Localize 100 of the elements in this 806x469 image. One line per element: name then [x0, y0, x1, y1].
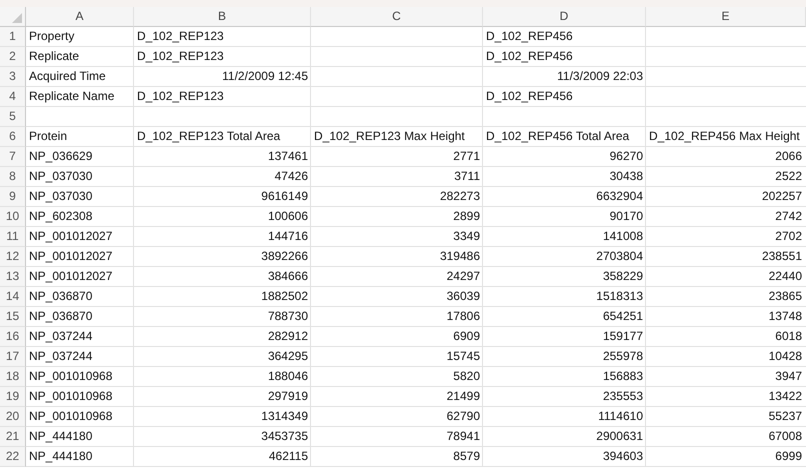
table-cell-text: D_102_REP123 [136, 28, 225, 45]
table-cell-text: 137461 [266, 148, 309, 165]
table-cell-text: 235553 [602, 388, 644, 405]
table-cell-text: 319486 [438, 248, 481, 265]
table-cell-text: Replicate [28, 48, 80, 65]
table-cell-text: 282912 [266, 328, 309, 345]
table-cell-text: 11/3/2009 22:03 [556, 68, 644, 85]
table-cell-text: NP_036870 [28, 288, 94, 305]
table-cell-text: 654251 [602, 308, 644, 325]
table-cell-text: 9616149 [260, 188, 309, 205]
table-cell-text: 2742 [774, 208, 803, 225]
table-cell-text: 141008 [602, 228, 644, 245]
row-header[interactable]: 13 [0, 267, 26, 287]
table-cell-text: 6018 [774, 328, 803, 345]
table-cell-text: 55237 [768, 408, 803, 425]
table-cell-text: 156883 [602, 368, 644, 385]
row-header[interactable]: 5 [0, 107, 26, 127]
row-header[interactable]: 20 [0, 407, 26, 427]
row-header[interactable]: 16 [0, 327, 26, 347]
select-all-icon[interactable] [12, 13, 22, 23]
table-cell-text: NP_444180 [28, 428, 94, 445]
table-cell-text: D_102_REP456 Total Area [485, 128, 630, 145]
column-header[interactable]: C [311, 7, 483, 27]
table-cell-text: NP_602308 [28, 208, 94, 225]
table-cell-text: 202257 [760, 188, 803, 205]
row-header[interactable]: 12 [0, 247, 26, 267]
table-cell-text: Protein [28, 128, 68, 145]
table-cell-text: NP_036629 [28, 148, 94, 165]
row-header[interactable]: 7 [0, 147, 26, 167]
table-cell-text: 6632904 [595, 188, 644, 205]
row-header[interactable]: 1 [0, 27, 26, 47]
table-cell-text: NP_037244 [28, 348, 94, 365]
row-header[interactable]: 11 [0, 227, 26, 247]
column-header[interactable]: E [646, 7, 806, 27]
table-cell-text: 21499 [446, 388, 481, 405]
table-cell-text: 8579 [452, 448, 481, 465]
table-cell-text: 6999 [774, 448, 803, 465]
table-cell-text: NP_001010968 [28, 388, 114, 405]
table-cell-text: 1882502 [260, 288, 309, 305]
table-cell-text: D_102_REP456 [485, 28, 574, 45]
row-header[interactable]: 3 [0, 67, 26, 87]
table-cell-text: NP_001012027 [28, 248, 114, 265]
column-header[interactable]: B [134, 7, 311, 27]
row-header[interactable]: 19 [0, 387, 26, 407]
table-cell-text: 1518313 [595, 288, 644, 305]
row-header[interactable]: 18 [0, 367, 26, 387]
table-cell-text: 96270 [608, 148, 644, 165]
table-cell-text: NP_037030 [28, 168, 94, 185]
table-cell-text: 144716 [266, 228, 309, 245]
table-cell-text: 24297 [446, 268, 481, 285]
row-header[interactable]: 22 [0, 447, 26, 467]
table-cell-text: 17806 [446, 308, 481, 325]
row-header[interactable]: 9 [0, 187, 26, 207]
table-cell-text: 2522 [774, 168, 803, 185]
table-cell-text: D_102_REP456 Max Height [648, 128, 801, 145]
row-header[interactable]: 15 [0, 307, 26, 327]
row-header[interactable]: 4 [0, 87, 26, 107]
table-cell-text: 3892266 [260, 248, 309, 265]
table-cell-text: 3453735 [260, 428, 309, 445]
table-cell-text: 62790 [446, 408, 481, 425]
table-cell-text: NP_037030 [28, 188, 94, 205]
table-cell-text: NP_037244 [28, 328, 94, 345]
table-cell-text: 358229 [602, 268, 644, 285]
table-cell-text: 384666 [266, 268, 309, 285]
table-cell-text: 364295 [266, 348, 309, 365]
table-cell-text: D_102_REP456 [485, 88, 574, 105]
row-header[interactable]: 21 [0, 427, 26, 447]
row-header[interactable]: 8 [0, 167, 26, 187]
row-header[interactable]: 14 [0, 287, 26, 307]
table-cell-text: 2771 [452, 148, 481, 165]
table-cell-text: 3349 [452, 228, 481, 245]
table-cell-text: 36039 [446, 288, 481, 305]
table-cell-text: D_102_REP123 [136, 48, 225, 65]
table-cell-text: 159177 [602, 328, 644, 345]
table-cell-text: 394603 [602, 448, 644, 465]
table-cell-text: 11/2/2009 12:45 [221, 68, 309, 85]
row-header[interactable]: 17 [0, 347, 26, 367]
table-cell-text: 5820 [452, 368, 481, 385]
row-header[interactable]: 6 [0, 127, 26, 147]
table-cell-text: 2899 [452, 208, 481, 225]
corner-header[interactable] [0, 7, 26, 27]
table-cell-text: 1314349 [260, 408, 309, 425]
row-header[interactable]: 2 [0, 47, 26, 67]
table-cell-text: 13748 [768, 308, 803, 325]
row-header[interactable]: 10 [0, 207, 26, 227]
table-cell-text: 3947 [774, 368, 803, 385]
table-cell-text: 6909 [452, 328, 481, 345]
table-cell-text: D_102_REP123 Max Height [313, 128, 466, 145]
table-cell-text: 2703804 [595, 248, 644, 265]
table-cell-text: NP_036870 [28, 308, 94, 325]
table-cell-text: Replicate Name [28, 88, 116, 105]
column-header[interactable]: A [26, 7, 134, 27]
table-cell-text: 67008 [768, 428, 803, 445]
table-cell-text: 2702 [774, 228, 803, 245]
table-cell-text: 30438 [608, 168, 644, 185]
column-header[interactable]: D [483, 7, 646, 27]
table-cell-text: 78941 [446, 428, 481, 445]
table-cell-text: 788730 [266, 308, 309, 325]
table-cell-text: 238551 [760, 248, 803, 265]
table-cell-text: 255978 [602, 348, 644, 365]
